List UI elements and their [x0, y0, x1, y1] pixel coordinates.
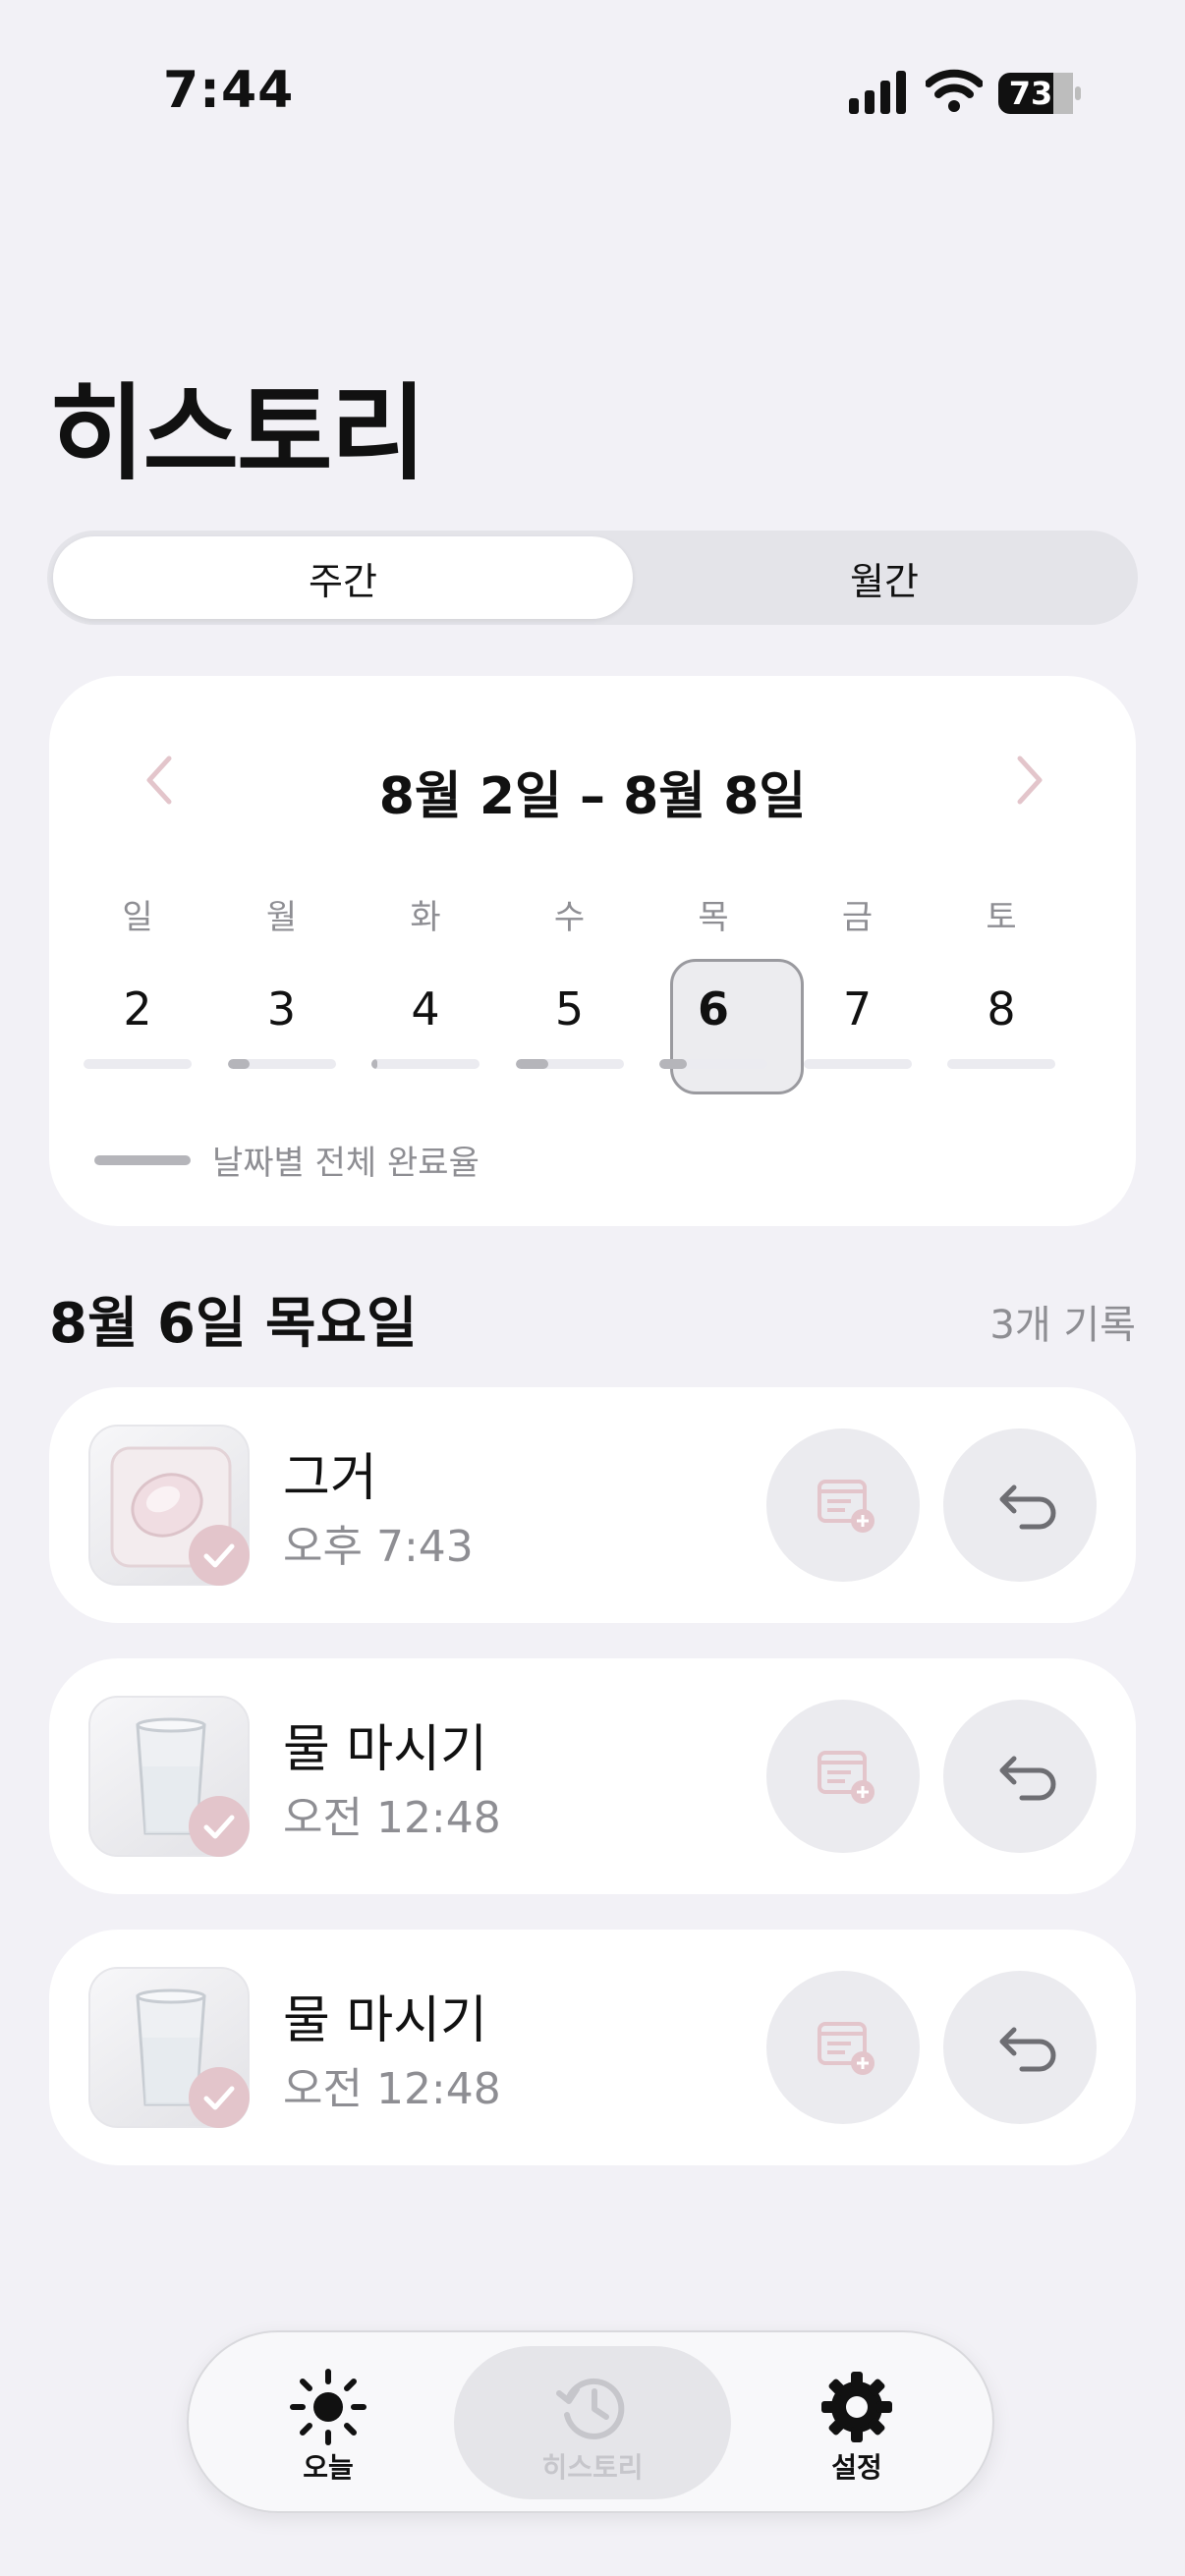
- record-card[interactable]: 물 마시기오전 12:48: [49, 1658, 1136, 1894]
- period-segmented-control: 주간 월간: [47, 531, 1138, 625]
- day-number[interactable]: 3: [210, 982, 354, 1036]
- record-time: 오전 12:48: [283, 1793, 501, 1843]
- day-completion-fill: [227, 1059, 250, 1069]
- tab-today[interactable]: 오늘: [230, 2368, 426, 2486]
- wifi-icon: [926, 69, 983, 112]
- undo-button[interactable]: [943, 1971, 1097, 2124]
- tab-bar: 오늘 히스토리 설정: [187, 2330, 994, 2513]
- weekday-label: 화: [410, 898, 441, 937]
- record-name: 그거: [283, 1449, 377, 1508]
- sun-icon: [290, 2369, 367, 2445]
- add-note-button[interactable]: [766, 1971, 920, 2124]
- day-number[interactable]: 5: [498, 982, 642, 1036]
- day-completion-bar: [84, 1059, 192, 1069]
- undo-icon: [999, 2027, 1056, 2072]
- note-add-icon: [818, 1480, 875, 1533]
- legend-swatch: [94, 1155, 191, 1165]
- chevron-right-icon[interactable]: [1010, 753, 1049, 808]
- completed-check-icon: [189, 1525, 250, 1586]
- segment-monthly[interactable]: 월간: [637, 536, 1132, 619]
- page-title: 히스토리: [49, 373, 426, 494]
- status-time: 7:44: [163, 61, 295, 120]
- weekday-label: 월: [265, 898, 298, 937]
- checkmark-icon: [203, 1543, 235, 1568]
- record-name: 물 마시기: [283, 1991, 487, 2050]
- day-completion-bar: [659, 1059, 767, 1069]
- tab-settings[interactable]: 설정: [759, 2368, 955, 2486]
- chevron-left-icon[interactable]: [140, 753, 179, 808]
- record-card[interactable]: 물 마시기오전 12:48: [49, 1930, 1136, 2165]
- tab-history-label: 히스토리: [541, 2451, 644, 2484]
- undo-button[interactable]: [943, 1700, 1097, 1853]
- selected-date-title: 8월 6일 목요일: [49, 1292, 418, 1356]
- weekday-label: 목: [698, 898, 729, 937]
- day-completion-fill: [371, 1059, 377, 1069]
- add-note-button[interactable]: [766, 1428, 920, 1582]
- record-card[interactable]: 그거오후 7:43: [49, 1387, 1136, 1623]
- undo-icon: [999, 1484, 1056, 1530]
- day-number[interactable]: 6: [642, 982, 785, 1036]
- cellular-signal-icon: [849, 71, 906, 114]
- add-note-button[interactable]: [766, 1700, 920, 1853]
- note-add-icon: [818, 1751, 875, 1804]
- tab-settings-label: 설정: [831, 2451, 882, 2484]
- weekday-label: 금: [841, 898, 874, 937]
- week-calendar-card: 8월 2일 – 8월 8일 일 2 월 3 화 4 수 5 목 6 금 7 토 8 날짜별 전체 완료율: [49, 676, 1136, 1226]
- note-add-icon: [818, 2022, 875, 2075]
- day-completion-bar: [803, 1059, 912, 1069]
- completed-check-icon: [189, 2067, 250, 2128]
- tab-today-label: 오늘: [303, 2451, 354, 2484]
- day-number[interactable]: 7: [786, 982, 930, 1036]
- segment-weekly[interactable]: 주간: [53, 536, 633, 619]
- day-completion-bar: [371, 1059, 480, 1069]
- day-completion-fill: [515, 1059, 548, 1069]
- record-name: 물 마시기: [283, 1720, 487, 1779]
- weekday-label: 토: [986, 898, 1017, 937]
- gear-icon: [821, 2372, 892, 2442]
- day-completion-bar: [227, 1059, 336, 1069]
- checkmark-icon: [203, 1815, 235, 1839]
- history-clock-icon: [556, 2378, 625, 2439]
- undo-button[interactable]: [943, 1428, 1097, 1582]
- completed-check-icon: [189, 1796, 250, 1857]
- day-completion-bar: [947, 1059, 1055, 1069]
- record-count: 3개 기록: [989, 1303, 1136, 1348]
- record-time: 오후 7:43: [283, 1522, 474, 1572]
- tab-history[interactable]: 히스토리: [494, 2368, 691, 2486]
- weekday-label: 수: [553, 898, 586, 937]
- record-time: 오전 12:48: [283, 2064, 501, 2114]
- day-completion-bar: [515, 1059, 624, 1069]
- battery-level: 73: [1008, 75, 1053, 112]
- legend-label: 날짜별 전체 완료율: [212, 1144, 480, 1183]
- day-number[interactable]: 8: [930, 982, 1073, 1036]
- battery-indicator: 73: [998, 73, 1081, 114]
- day-completion-fill: [659, 1059, 687, 1069]
- week-range-label: 8월 2일 – 8월 8일: [378, 767, 807, 826]
- checkmark-icon: [203, 2086, 235, 2110]
- weekday-label: 일: [122, 898, 153, 937]
- day-number[interactable]: 2: [66, 982, 209, 1036]
- undo-icon: [999, 1756, 1056, 1801]
- day-number[interactable]: 4: [354, 982, 497, 1036]
